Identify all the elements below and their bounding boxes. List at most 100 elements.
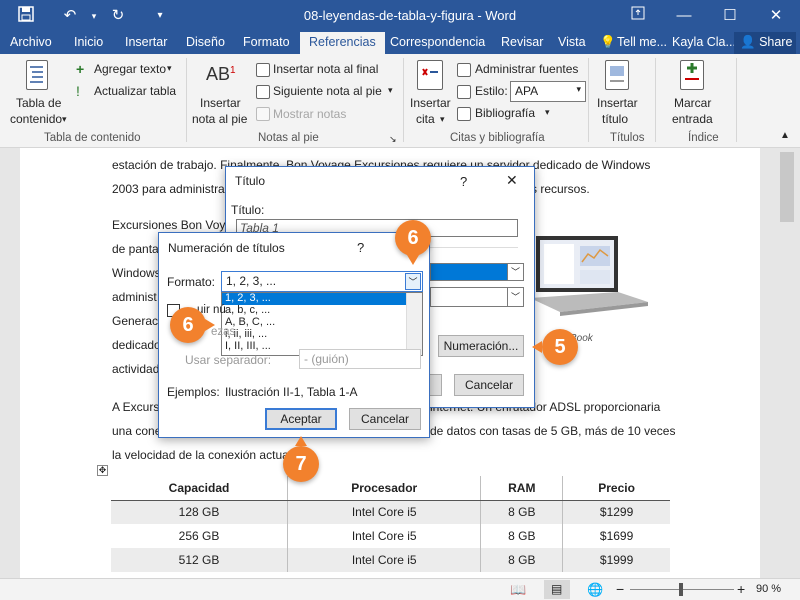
table-cell: 256 GB <box>111 524 289 548</box>
style-icon <box>457 85 471 99</box>
insertar-cita-label-1: Insertar <box>410 96 451 110</box>
numeracion-cancel-button[interactable]: Cancelar <box>349 408 421 430</box>
agregar-texto-button[interactable]: Agregar texto <box>94 62 166 76</box>
lightbulb-icon: 💡 <box>600 35 616 49</box>
numeracion-button[interactable]: Numeración... <box>438 335 524 357</box>
doc-line: actividad <box>112 362 160 376</box>
notas-dialog-launcher-icon[interactable]: ↘ <box>389 134 397 145</box>
insertar-cita-dropdown-icon: ▾ <box>440 114 445 124</box>
zoom-out-button[interactable]: − <box>616 581 624 597</box>
tab-inicio[interactable]: Inicio <box>74 35 103 49</box>
table-row: 512 GB Intel Core i5 8 GB $1999 <box>111 548 670 572</box>
format-dropdown-icon[interactable]: ﹀ <box>405 273 421 290</box>
title-bar: ↶ ▾ ↻ ▾ 08-leyendas-de-tabla-y-figura - … <box>0 0 800 32</box>
redo-icon[interactable]: ↻ <box>108 6 128 26</box>
tab-correspondencia[interactable]: Correspondencia <box>390 35 485 49</box>
tab-archivo[interactable]: Archivo <box>10 35 52 49</box>
ribbon-separator <box>655 58 656 142</box>
zoom-slider-thumb[interactable] <box>679 583 683 596</box>
data-table: Capacidad Procesador RAM Precio 128 GB I… <box>111 476 670 572</box>
administrar-fuentes-button[interactable]: Administrar fuentes <box>475 62 578 76</box>
titulo-help-icon[interactable]: ? <box>460 174 467 189</box>
web-layout-icon[interactable]: 🌐 <box>587 582 603 598</box>
siguiente-nota-button[interactable]: Siguiente nota al pie <box>273 84 382 98</box>
actualizar-tabla-button[interactable]: Actualizar tabla <box>94 84 176 98</box>
callout-step-7: 7 <box>283 446 319 482</box>
callout-step-5: 5 <box>542 329 578 365</box>
scrollbar-thumb[interactable] <box>780 152 794 222</box>
etiqueta-dropdown-icon: ﹀ <box>507 264 523 280</box>
insertar-titulo-label-2: título <box>602 112 629 126</box>
zoom-in-button[interactable]: + <box>737 581 745 597</box>
group-indice: Índice <box>688 132 719 144</box>
estilo-select[interactable]: APA ▾ <box>510 81 586 102</box>
close-icon[interactable]: ✕ <box>766 6 786 26</box>
mostrar-notas-button: Mostrar notas <box>273 107 347 121</box>
table-cell: $1999 <box>562 548 670 572</box>
share-button[interactable]: 👤 Share <box>734 32 796 54</box>
table-row: 256 GB Intel Core i5 8 GB $1699 <box>111 524 670 548</box>
minimize-icon[interactable]: — <box>674 6 694 26</box>
callout-pointer <box>532 341 542 353</box>
print-layout-icon: ▤ <box>551 582 563 596</box>
refresh-icon: ! <box>76 83 80 99</box>
table-cell: 128 GB <box>111 500 289 524</box>
tabla-de-contenido-label-2: contenido <box>10 112 63 126</box>
bibliografia-button[interactable]: Bibliografía <box>475 106 535 120</box>
share-label: Share <box>759 35 793 49</box>
customize-quick-access-icon[interactable]: ▾ <box>150 6 170 26</box>
undo-icon[interactable]: ↶ <box>60 6 80 26</box>
insertar-nota-final-button[interactable]: Insertar nota al final <box>273 62 378 76</box>
aceptar-button[interactable]: Aceptar <box>265 408 337 430</box>
etiqueta-select[interactable]: ﹀ <box>430 263 524 281</box>
zoom-level[interactable]: 90 % <box>756 583 781 595</box>
table-cell: 8 GB <box>480 500 564 524</box>
insertar-nota-label-2: nota al pie <box>192 112 248 126</box>
undo-dropdown-icon[interactable]: ▾ <box>84 6 104 26</box>
posicion-select[interactable]: ﹀ <box>430 287 524 307</box>
marcar-entrada-label-2: entrada <box>672 112 713 126</box>
tell-me-search[interactable]: Tell me... <box>617 35 667 49</box>
show-notes-icon <box>256 107 270 121</box>
format-select[interactable]: 1, 2, 3, ... ﹀ <box>221 271 423 292</box>
tab-vista[interactable]: Vista <box>558 35 586 49</box>
format-dropdown-list[interactable]: 1, 2, 3, ... a, b, c, ... A, B, C, ... i… <box>221 292 423 356</box>
titulo-ok-button-partial[interactable] <box>428 374 442 396</box>
manage-sources-icon <box>457 63 471 77</box>
numeracion-help-icon[interactable]: ? <box>357 240 364 255</box>
tab-referencias[interactable]: Referencias <box>300 32 385 54</box>
table-row: 128 GB Intel Core i5 8 GB $1299 <box>111 500 670 524</box>
tab-insertar[interactable]: Insertar <box>125 35 167 49</box>
laptop-image[interactable] <box>530 232 650 332</box>
tab-formato[interactable]: Formato <box>243 35 290 49</box>
document-title: 08-leyendas-de-tabla-y-figura - Word <box>303 8 517 23</box>
ribbon-display-icon[interactable] <box>628 6 648 26</box>
dropdown-scrollbar[interactable] <box>406 293 422 355</box>
titulo-close-icon[interactable]: ✕ <box>506 172 518 189</box>
mark-entry-icon <box>680 60 704 90</box>
titulo-dialog-title: Título <box>235 174 266 188</box>
tab-diseno[interactable]: Diseño <box>186 35 225 49</box>
collapse-ribbon-icon[interactable]: ▲ <box>780 130 790 141</box>
save-icon[interactable] <box>16 6 36 26</box>
titulo-cancel-button[interactable]: Cancelar <box>454 374 524 396</box>
insertar-titulo-label-1: Insertar <box>597 96 638 110</box>
insertar-nota-label-1: Insertar <box>200 96 241 110</box>
siguiente-nota-dropdown-icon: ▾ <box>388 85 393 95</box>
ribbon-separator <box>403 58 404 142</box>
table-header-cell: Capacidad <box>111 476 289 501</box>
group-titulos: Títulos <box>610 132 645 144</box>
insertar-cita-label-2: cita <box>416 112 435 126</box>
separator-select: - (guión) <box>299 349 421 369</box>
table-move-handle-icon[interactable]: ✥ <box>97 465 108 476</box>
tab-revisar[interactable]: Revisar <box>501 35 543 49</box>
examples-value: Ilustración II-1, Tabla 1-A <box>225 385 358 399</box>
read-mode-icon[interactable]: 📖 <box>510 582 526 598</box>
user-name[interactable]: Kayla Cla... <box>672 35 736 49</box>
separator-label: Usar separador: <box>185 353 272 367</box>
print-layout-button[interactable]: ▤ <box>544 580 570 599</box>
group-notas-al-pie: Notas al pie <box>258 132 319 144</box>
group-tabla-de-contenido: Tabla de contenido <box>44 132 141 144</box>
table-header-cell: Procesador <box>287 476 482 501</box>
maximize-icon[interactable]: ☐ <box>720 6 740 26</box>
